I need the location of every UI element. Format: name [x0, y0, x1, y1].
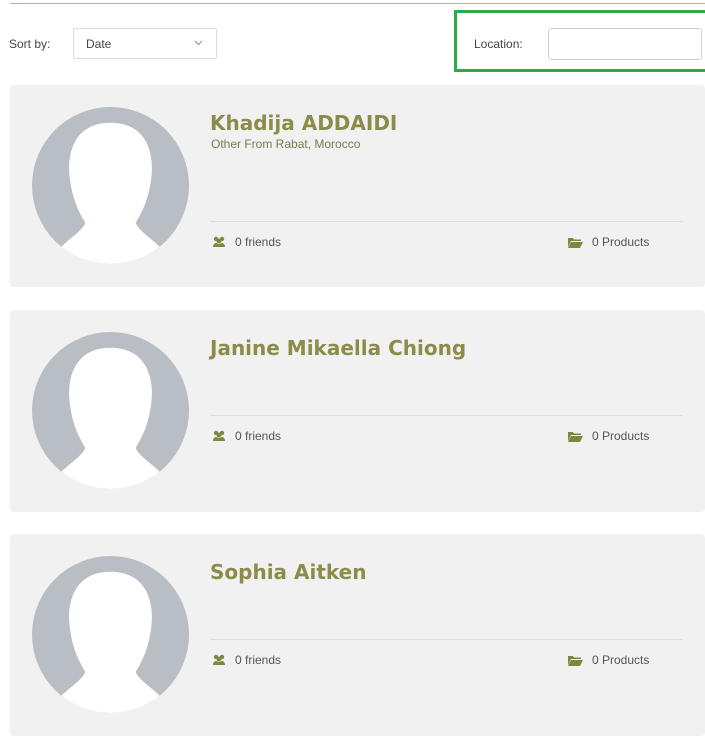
- friends-label: 0 friends: [235, 235, 282, 249]
- member-subtitle: Other From Rabat, Morocco: [211, 137, 361, 151]
- card-divider: [210, 639, 683, 640]
- products-label: 0 Products: [592, 429, 650, 443]
- users-icon: [213, 430, 225, 441]
- member-name[interactable]: Sophia Aitken: [210, 560, 366, 584]
- products-label: 0 Products: [592, 235, 650, 249]
- friends-label: 0 friends: [235, 653, 282, 667]
- default-avatar-icon[interactable]: [32, 332, 189, 489]
- folder-icon: [568, 432, 583, 442]
- default-avatar-icon[interactable]: [32, 107, 189, 264]
- chevron-down-icon: [194, 40, 203, 46]
- card-divider: [210, 221, 683, 222]
- products-label: 0 Products: [592, 653, 650, 667]
- friends-count[interactable]: 0 friends: [212, 235, 281, 249]
- products-count[interactable]: 0 Products: [568, 235, 649, 249]
- member-name[interactable]: Khadija ADDAIDI: [210, 111, 397, 135]
- users-icon: [213, 236, 225, 247]
- sort-label: Sort by:: [9, 37, 51, 51]
- folder-icon: [568, 656, 583, 666]
- default-avatar-icon[interactable]: [32, 556, 189, 713]
- folder-icon: [568, 238, 583, 248]
- member-card: Khadija ADDAIDI Other From Rabat, Morocc…: [10, 85, 705, 287]
- sort-value: Date: [86, 37, 112, 51]
- friends-label: 0 friends: [235, 429, 282, 443]
- products-count[interactable]: 0 Products: [568, 653, 649, 667]
- friends-count[interactable]: 0 friends: [212, 653, 281, 667]
- card-divider: [210, 415, 683, 416]
- users-icon: [213, 654, 225, 665]
- member-card: Janine Mikaella Chiong 0 friends 0 Produ…: [10, 310, 705, 512]
- top-divider: [10, 3, 705, 4]
- sort-select[interactable]: Date: [73, 28, 217, 59]
- location-input[interactable]: [548, 28, 702, 60]
- products-count[interactable]: 0 Products: [568, 429, 649, 443]
- member-name[interactable]: Janine Mikaella Chiong: [210, 336, 466, 360]
- member-card: Sophia Aitken 0 friends 0 Products: [10, 534, 705, 736]
- location-label: Location:: [474, 37, 523, 51]
- friends-count[interactable]: 0 friends: [212, 429, 281, 443]
